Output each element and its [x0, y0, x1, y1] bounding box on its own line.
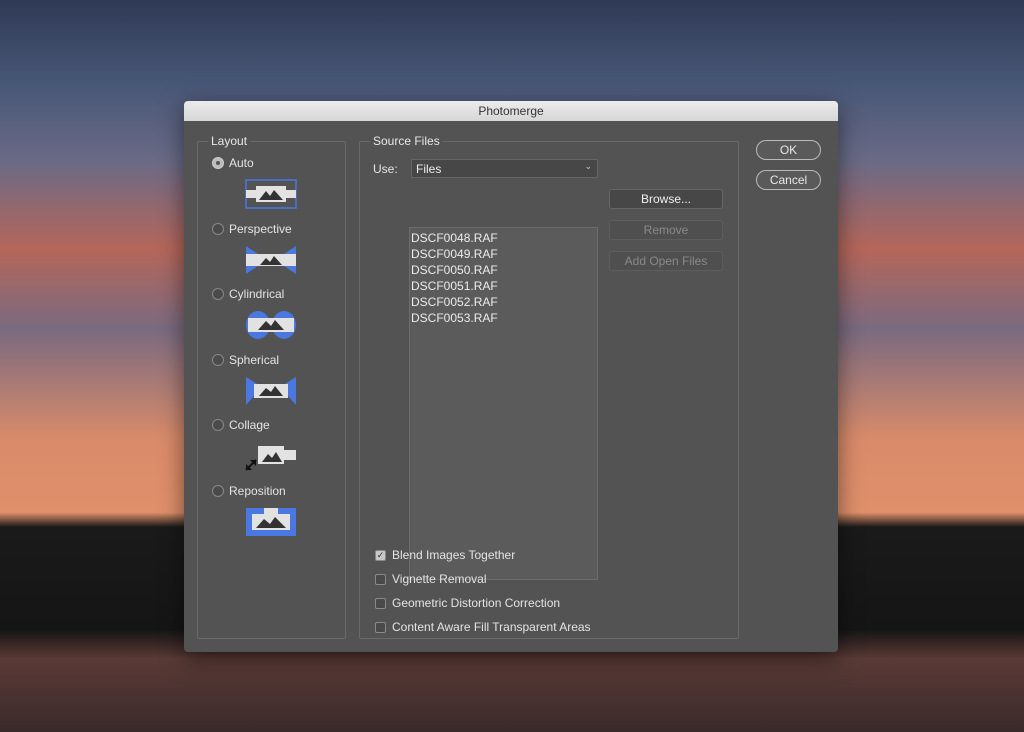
checkbox[interactable]: ✓ — [375, 549, 386, 561]
layout-option-perspective[interactable]: Perspective — [212, 222, 292, 236]
radio-button[interactable] — [212, 353, 224, 366]
file-list-item[interactable]: DSCF0050.RAF — [411, 262, 596, 278]
option-label: Blend Images Together — [392, 548, 516, 562]
spherical-layout-icon[interactable] — [244, 375, 298, 407]
layout-option-label: Reposition — [229, 483, 286, 498]
perspective-layout-icon[interactable] — [244, 244, 298, 276]
add-open-files-button[interactable]: Add Open Files — [609, 251, 723, 271]
layout-option-label: Perspective — [229, 221, 292, 236]
ok-button[interactable]: OK — [756, 140, 821, 160]
layout-label: Layout — [208, 134, 251, 148]
radio-button[interactable] — [212, 222, 224, 235]
file-list-item[interactable]: DSCF0052.RAF — [411, 294, 596, 310]
use-select[interactable]: Files ⌄ — [411, 159, 598, 178]
option-label: Vignette Removal — [392, 572, 487, 586]
option-checkbox-row[interactable]: Content Aware Fill Transparent Areas — [375, 620, 591, 634]
file-list-item[interactable]: DSCF0053.RAF — [411, 310, 596, 326]
file-list[interactable]: DSCF0048.RAF DSCF0049.RAF DSCF0050.RAF DSCF… — [409, 227, 598, 580]
source-files-group: Source Files Use: Files ⌄ DSCF0048.RAF DS… — [359, 134, 739, 639]
radio-button[interactable] — [212, 484, 224, 497]
photomerge-dialog: Photomerge Layout Auto Perspective Cylin… — [184, 101, 838, 652]
radio-button[interactable] — [212, 157, 224, 169]
auto-layout-icon[interactable] — [244, 178, 298, 210]
layout-option-label: Auto — [229, 156, 254, 170]
layout-option-reposition[interactable]: Reposition — [212, 484, 286, 498]
reposition-layout-icon[interactable] — [244, 506, 298, 538]
option-checkbox-row[interactable]: Vignette Removal — [375, 572, 487, 586]
radio-button[interactable] — [212, 419, 224, 431]
radio-button[interactable] — [212, 288, 224, 300]
file-list-item[interactable]: DSCF0048.RAF — [411, 230, 596, 246]
layout-option-auto[interactable]: Auto — [212, 156, 254, 170]
option-checkbox-row[interactable]: ✓ Blend Images Together — [375, 548, 515, 562]
layout-option-collage[interactable]: Collage — [212, 418, 270, 432]
layout-option-label: Spherical — [229, 352, 280, 367]
layout-option-spherical[interactable]: Spherical — [212, 353, 279, 367]
use-value: Files — [416, 162, 442, 176]
layout-option-label: Cylindrical — [229, 287, 285, 301]
cancel-button[interactable]: Cancel — [756, 170, 821, 190]
source-files-label: Source Files — [370, 134, 443, 148]
remove-button[interactable]: Remove — [609, 220, 723, 240]
option-label: Geometric Distortion Correction — [392, 596, 561, 610]
checkbox[interactable] — [375, 621, 386, 633]
file-list-item[interactable]: DSCF0049.RAF — [411, 246, 596, 262]
cylindrical-layout-icon[interactable] — [244, 309, 298, 341]
chevron-down-icon: ⌄ — [584, 161, 592, 171]
browse-button[interactable]: Browse... — [609, 189, 723, 209]
layout-group: Layout Auto Perspective Cylindrical Sphe… — [197, 134, 346, 639]
layout-option-label: Collage — [229, 418, 270, 432]
checkbox[interactable] — [375, 573, 386, 585]
checkbox[interactable] — [375, 597, 386, 609]
dialog-title: Photomerge — [184, 101, 838, 121]
use-label: Use: — [373, 162, 398, 176]
option-label: Content Aware Fill Transparent Areas — [392, 620, 591, 634]
layout-option-cylindrical[interactable]: Cylindrical — [212, 287, 284, 301]
file-list-item[interactable]: DSCF0051.RAF — [411, 278, 596, 294]
option-checkbox-row[interactable]: Geometric Distortion Correction — [375, 596, 560, 610]
collage-layout-icon[interactable] — [244, 440, 298, 472]
